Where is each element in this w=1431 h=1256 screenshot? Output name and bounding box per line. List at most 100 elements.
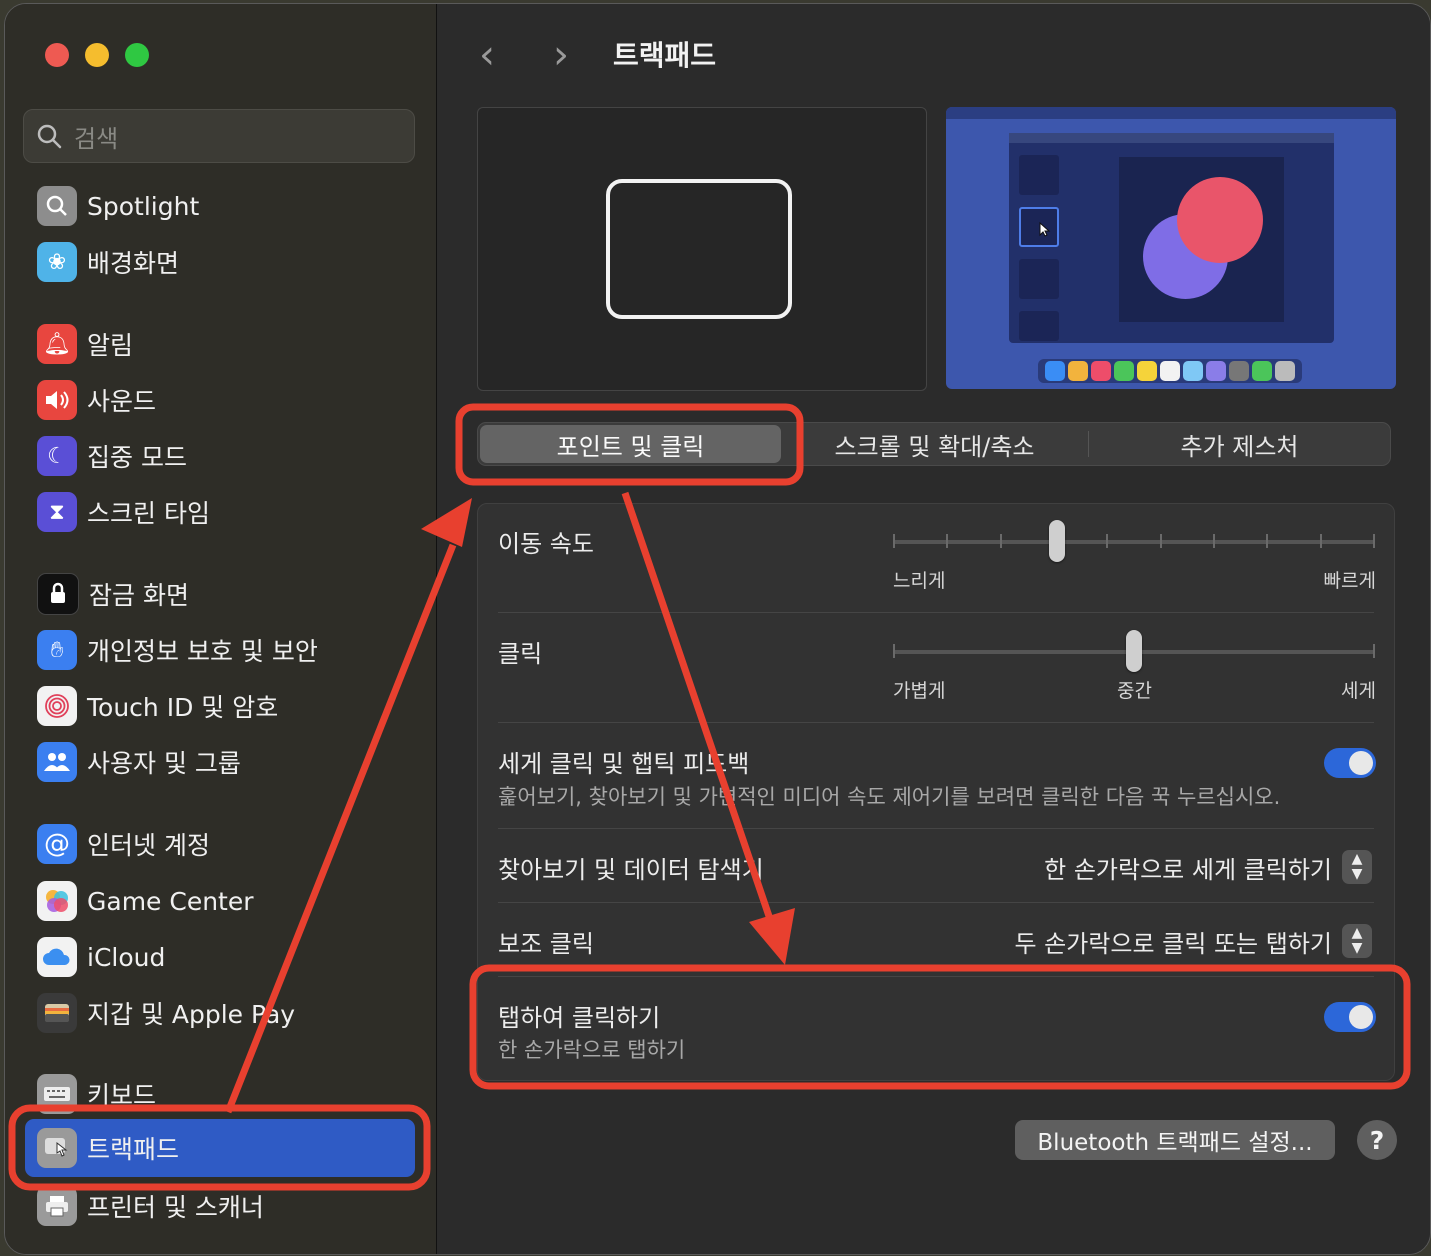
sidebar-item-spotlight[interactable]: Spotlight: [37, 184, 199, 228]
tracking-speed-label: 이동 속도: [498, 530, 594, 558]
demo-menubar: [946, 107, 1396, 119]
click-mid: 중간: [1117, 680, 1152, 702]
slider-tick: [1373, 534, 1375, 548]
sidebar-item-label: 사운드: [87, 387, 157, 416]
tracking-speed-slider[interactable]: [893, 520, 1375, 562]
toggle-knob: [1349, 751, 1373, 775]
secondary-click-popup-value[interactable]: 두 손가락으로 클릭 또는 탭하기: [1014, 924, 1332, 959]
search-input[interactable]: 검색: [23, 109, 415, 163]
demo-window-titlebar: [1009, 133, 1334, 143]
forward-icon[interactable]: ›: [553, 32, 569, 78]
force-click-description: 훑어보기, 찾아보기 및 가변적인 미디어 속도 제어기를 보려면 클릭한 다음…: [498, 785, 1281, 809]
dock-app-icon: [1160, 361, 1180, 381]
slider-tick: [1213, 534, 1215, 548]
dock-app-icon: [1137, 361, 1157, 381]
click-pressure-slider[interactable]: [893, 630, 1375, 672]
secondary-click-label: 보조 클릭: [498, 930, 594, 958]
sidebar-item-icloud[interactable]: iCloud: [37, 935, 165, 979]
demo-thumbnail: [1019, 259, 1059, 299]
minimize-button[interactable]: [85, 43, 109, 67]
sidebar-item-wallet[interactable]: 지갑 및 Apple Pay: [37, 991, 295, 1035]
bluetooth-trackpad-setup-button[interactable]: Bluetooth 트랙패드 설정...: [1015, 1120, 1335, 1160]
sidebar-item-focus[interactable]: ☾ 집중 모드: [37, 434, 187, 478]
slider-tick: [1320, 534, 1322, 548]
tab-scroll-zoom[interactable]: 스크롤 및 확대/축소: [783, 423, 1086, 465]
sidebar-item-trackpad[interactable]: 트랙패드: [25, 1119, 415, 1177]
sidebar-item-lock-screen[interactable]: 잠금 화면: [37, 572, 189, 616]
slider-knob[interactable]: [1126, 630, 1142, 672]
demo-thumbnail-selected: [1019, 207, 1059, 247]
tab-point-click[interactable]: 포인트 및 클릭: [480, 425, 781, 463]
search-placeholder: 검색: [74, 124, 119, 153]
back-icon[interactable]: ‹: [479, 32, 495, 78]
sidebar-item-label: 사용자 및 그룹: [87, 749, 241, 778]
sidebar-item-label: 프린터 및 스캐너: [87, 1193, 264, 1222]
sidebar-item-label: 지갑 및 Apple Pay: [87, 1000, 296, 1029]
row-divider: [498, 976, 1374, 977]
speaker-icon: [37, 380, 77, 420]
tap-to-click-toggle[interactable]: [1324, 1002, 1376, 1032]
slider-tick: [946, 534, 948, 548]
sidebar-item-wallpaper[interactable]: ❀ 배경화면: [37, 240, 179, 284]
demo-thumbnail: [1019, 311, 1059, 341]
click-max: 세게: [1341, 680, 1376, 702]
sidebar-item-users[interactable]: 사용자 및 그룹: [37, 740, 241, 784]
demo-canvas: [1119, 157, 1284, 322]
slider-tick: [1000, 534, 1002, 548]
dock-app-icon: [1206, 361, 1226, 381]
page-title: 트랙패드: [613, 39, 717, 72]
sidebar-item-keyboard[interactable]: 키보드: [37, 1072, 156, 1116]
demo-thumbnail: [1019, 155, 1059, 195]
row-divider: [498, 828, 1374, 829]
sidebar-item-privacy[interactable]: ✋︎ 개인정보 보호 및 보안: [37, 628, 318, 672]
sidebar-item-sound[interactable]: 사운드: [37, 378, 156, 422]
force-click-toggle[interactable]: [1324, 748, 1376, 778]
sidebar-item-printers[interactable]: 프린터 및 스캐너: [37, 1184, 264, 1228]
row-divider: [498, 722, 1374, 723]
moon-icon: ☾: [37, 436, 77, 476]
tap-to-click-label: 탭하여 클릭하기: [498, 1004, 661, 1032]
dock-app-icon: [1114, 361, 1134, 381]
click-min: 가볍게: [893, 680, 946, 702]
sidebar-item-label: 알림: [87, 331, 134, 360]
sidebar-item-label: Spotlight: [87, 191, 200, 221]
dock-app-icon: [1229, 361, 1249, 381]
cursor-icon: [1039, 221, 1051, 237]
sidebar-item-touch-id[interactable]: Touch ID 및 암호: [37, 684, 278, 728]
slider-tick: [893, 644, 895, 658]
secondary-click-popup-chevron-icon[interactable]: ▲ ▼: [1342, 924, 1372, 958]
dock-app-icon: [1068, 361, 1088, 381]
demo-circle-red: [1177, 177, 1263, 263]
toggle-knob: [1349, 1005, 1373, 1029]
sidebar-item-internet-accounts[interactable]: @ 인터넷 계정: [37, 822, 210, 866]
game-center-icon: [37, 881, 77, 921]
sidebar-item-label: 집중 모드: [87, 443, 187, 472]
lookup-label: 찾아보기 및 데이터 탐색기: [498, 856, 764, 884]
sidebar-item-label: Touch ID 및 암호: [87, 693, 279, 722]
slider-tick: [1266, 534, 1268, 548]
row-divider: [498, 612, 1374, 613]
slider-knob[interactable]: [1049, 520, 1065, 562]
sidebar-item-game-center[interactable]: Game Center: [37, 879, 254, 923]
tracking-speed-min: 느리게: [893, 570, 946, 592]
cloud-icon: [37, 937, 77, 977]
sidebar-item-label: 인터넷 계정: [87, 831, 210, 860]
close-button[interactable]: [45, 43, 69, 67]
search-icon: [37, 124, 62, 149]
trackpad-gesture-preview: [477, 107, 927, 391]
tab-more-gestures[interactable]: 추가 제스처: [1089, 423, 1390, 465]
help-button[interactable]: ?: [1357, 1120, 1397, 1160]
row-divider: [498, 902, 1374, 903]
keyboard-icon: [37, 1074, 77, 1114]
wallpaper-icon: ❀: [37, 242, 77, 282]
trackpad-icon: [37, 1128, 77, 1168]
lookup-popup-value[interactable]: 한 손가락으로 세게 클릭하기: [1044, 850, 1332, 885]
sidebar-item-notifications[interactable]: 🔔︎ 알림: [37, 322, 133, 366]
slider-tick: [1160, 534, 1162, 548]
dock-app-icon: [1275, 361, 1295, 381]
zoom-button[interactable]: [125, 43, 149, 67]
dock-app-icon: [1045, 361, 1065, 381]
sidebar-item-screen-time[interactable]: ⧗ 스크린 타임: [37, 490, 210, 534]
fingerprint-icon: [37, 686, 77, 726]
lookup-popup-chevron-icon[interactable]: ▲ ▼: [1342, 850, 1372, 884]
